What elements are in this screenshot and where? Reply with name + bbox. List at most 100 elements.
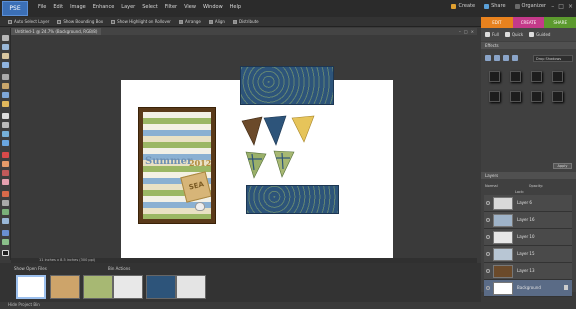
menu-select[interactable]: Select bbox=[142, 4, 157, 10]
marquee-tool-icon[interactable] bbox=[2, 74, 9, 80]
cookie-cutter-tool-icon[interactable] bbox=[2, 140, 9, 146]
bounding-box-option[interactable]: Show Bounding Box bbox=[57, 19, 103, 24]
show-open-files-select[interactable]: Show Open Files bbox=[14, 266, 47, 271]
bin-thumbnail[interactable] bbox=[146, 275, 176, 299]
bin-thumbnail[interactable] bbox=[176, 275, 206, 299]
shadow-swatch-8[interactable] bbox=[552, 91, 563, 102]
highlight-option[interactable]: Show Highlight on Rollover bbox=[111, 19, 171, 24]
checkbox-icon[interactable] bbox=[8, 19, 12, 24]
all-effects-icon[interactable] bbox=[512, 55, 518, 61]
layer-row[interactable]: Layer 6 bbox=[484, 195, 572, 212]
doc-close-icon[interactable]: × bbox=[471, 28, 474, 35]
layer-row-background[interactable]: Background bbox=[484, 280, 572, 297]
shadow-swatch-6[interactable] bbox=[510, 91, 521, 102]
auto-select-option[interactable]: Auto Select Layer bbox=[8, 19, 49, 24]
healing-brush-tool-icon[interactable] bbox=[2, 161, 9, 167]
share-menu-button[interactable]: Share bbox=[484, 3, 506, 9]
close-icon[interactable]: × bbox=[568, 3, 573, 10]
arrange-button[interactable]: Arrange bbox=[178, 19, 201, 24]
crop-tool-icon[interactable] bbox=[2, 122, 9, 128]
checkbox-icon[interactable] bbox=[111, 19, 116, 24]
hand-tool-icon[interactable] bbox=[2, 53, 9, 59]
menu-image[interactable]: Image bbox=[70, 4, 86, 10]
layer-styles-icon[interactable] bbox=[494, 55, 500, 61]
menu-edit[interactable]: Edit bbox=[53, 4, 63, 10]
lasso-tool-icon[interactable] bbox=[2, 83, 9, 89]
pennant-blue[interactable] bbox=[263, 115, 287, 146]
distribute-button[interactable]: Distribute bbox=[232, 19, 259, 24]
hide-project-bin-button[interactable]: Hide Project Bin bbox=[8, 302, 40, 307]
doc-minimize-icon[interactable]: – bbox=[459, 28, 461, 35]
organizer-button[interactable]: Organizer bbox=[514, 3, 546, 9]
pennant-banner[interactable] bbox=[240, 115, 320, 185]
visibility-eye-icon[interactable] bbox=[486, 218, 490, 222]
bin-thumbnail[interactable] bbox=[50, 275, 80, 299]
top-paper-strip[interactable] bbox=[240, 66, 334, 105]
eyedropper-tool-icon[interactable] bbox=[2, 62, 9, 68]
bottom-paper-strip[interactable] bbox=[246, 185, 339, 214]
tab-create[interactable]: CREATE bbox=[512, 17, 545, 28]
align-button[interactable]: Align bbox=[208, 19, 225, 24]
menu-file[interactable]: File bbox=[38, 4, 46, 10]
summer-card[interactable]: Summer 2012 SEA bbox=[138, 107, 216, 224]
tab-edit[interactable]: EDIT bbox=[481, 17, 513, 28]
shadow-swatch-2[interactable] bbox=[510, 71, 521, 82]
filters-icon[interactable] bbox=[485, 55, 491, 61]
magic-wand-tool-icon[interactable] bbox=[2, 92, 9, 98]
eraser-tool-icon[interactable] bbox=[2, 179, 9, 185]
blur-tool-icon[interactable] bbox=[2, 239, 9, 245]
visibility-eye-icon[interactable] bbox=[486, 252, 490, 256]
bin-thumbnail[interactable] bbox=[16, 275, 46, 299]
full-edit-button[interactable]: Full bbox=[485, 32, 499, 37]
clone-stamp-tool-icon[interactable] bbox=[2, 170, 9, 176]
menu-filter[interactable]: Filter bbox=[165, 4, 177, 10]
layer-row[interactable]: Layer 15 bbox=[484, 246, 572, 263]
quick-selection-tool-icon[interactable] bbox=[2, 101, 9, 107]
shadow-swatch-3[interactable] bbox=[531, 71, 542, 82]
layers-panel-header[interactable]: Layers bbox=[481, 172, 576, 179]
pennant-brown[interactable] bbox=[241, 116, 263, 146]
pennant-plaid-left[interactable] bbox=[245, 151, 267, 179]
gradient-tool-icon[interactable] bbox=[2, 218, 9, 224]
red-eye-tool-icon[interactable] bbox=[2, 152, 9, 158]
bin-actions-menu[interactable]: Bin Actions bbox=[108, 266, 130, 271]
visibility-eye-icon[interactable] bbox=[486, 286, 490, 290]
menu-help[interactable]: Help bbox=[230, 4, 241, 10]
menu-window[interactable]: Window bbox=[203, 4, 223, 10]
pennant-yellow[interactable] bbox=[291, 115, 315, 143]
guided-edit-button[interactable]: Guided bbox=[529, 32, 550, 37]
checkbox-icon[interactable] bbox=[57, 19, 62, 24]
shadow-swatch-5[interactable] bbox=[489, 91, 500, 102]
visibility-eye-icon[interactable] bbox=[486, 235, 490, 239]
photo-effects-icon[interactable] bbox=[503, 55, 509, 61]
apply-button[interactable]: Apply bbox=[553, 163, 572, 169]
maximize-icon[interactable]: □ bbox=[558, 3, 564, 10]
create-menu-button[interactable]: Create bbox=[451, 3, 475, 9]
document-tab[interactable]: Untitled-1 @ 24.7% (Background, RGB/8) bbox=[11, 28, 102, 35]
visibility-eye-icon[interactable] bbox=[486, 269, 490, 273]
menu-layer[interactable]: Layer bbox=[121, 4, 135, 10]
shape-tool-icon[interactable] bbox=[2, 230, 9, 236]
move-tool-icon[interactable] bbox=[2, 35, 9, 41]
foreground-color-icon[interactable] bbox=[2, 250, 9, 256]
effects-filter-select[interactable]: Drop Shadows bbox=[533, 55, 573, 62]
tab-share[interactable]: SHARE bbox=[544, 17, 576, 28]
smart-brush-tool-icon[interactable] bbox=[2, 200, 9, 206]
minimize-icon[interactable]: – bbox=[551, 3, 554, 10]
shadow-swatch-4[interactable] bbox=[552, 71, 563, 82]
shadow-swatch-1[interactable] bbox=[489, 71, 500, 82]
layer-row[interactable]: Layer 13 bbox=[484, 263, 572, 280]
menu-enhance[interactable]: Enhance bbox=[93, 4, 115, 10]
zoom-tool-icon[interactable] bbox=[2, 44, 9, 50]
bin-thumbnail[interactable] bbox=[83, 275, 113, 299]
brush-tool-icon[interactable] bbox=[2, 191, 9, 197]
menu-view[interactable]: View bbox=[184, 4, 196, 10]
layer-row[interactable]: Layer 16 bbox=[484, 212, 572, 229]
quick-edit-button[interactable]: Quick bbox=[504, 32, 523, 37]
paint-bucket-tool-icon[interactable] bbox=[2, 209, 9, 215]
shadow-swatch-7[interactable] bbox=[531, 91, 542, 102]
pennant-plaid-right[interactable] bbox=[273, 150, 295, 178]
effects-panel-header[interactable]: Effects bbox=[481, 42, 576, 49]
layer-row[interactable]: Layer 10 bbox=[484, 229, 572, 246]
type-tool-icon[interactable] bbox=[2, 113, 9, 119]
